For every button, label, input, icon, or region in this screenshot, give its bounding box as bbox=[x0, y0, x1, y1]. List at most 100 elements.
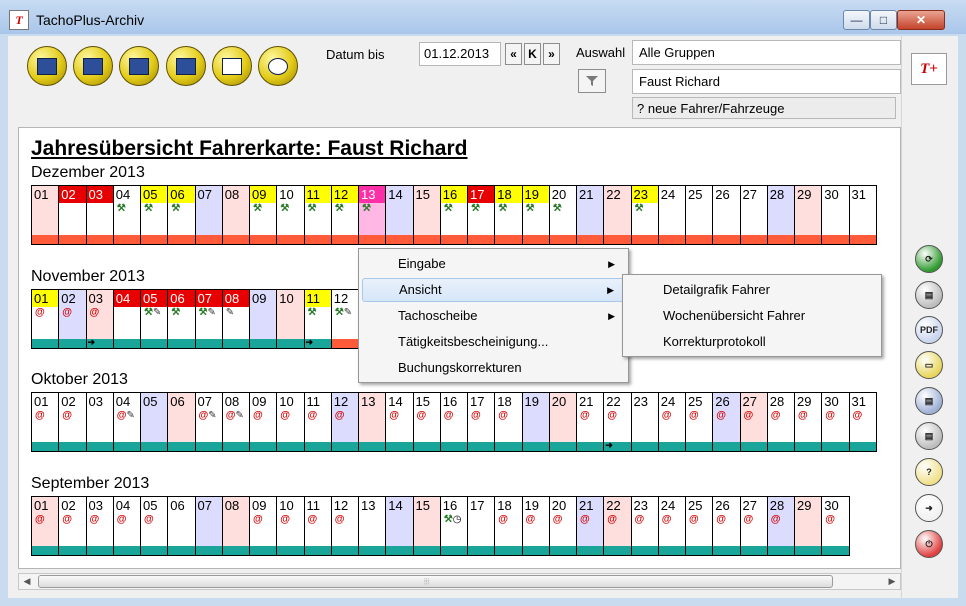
day-cell[interactable]: 12 ⚒✎ bbox=[331, 290, 359, 348]
day-cell[interactable]: 31 bbox=[849, 186, 877, 244]
day-cell[interactable]: 04 ⚒ bbox=[113, 186, 141, 244]
day-cell[interactable]: 27 @ bbox=[740, 497, 768, 555]
day-cell[interactable]: 17 bbox=[468, 497, 496, 555]
day-cell[interactable]: 20 @ bbox=[549, 497, 577, 555]
day-cell[interactable]: 25 @ bbox=[686, 393, 714, 451]
day-cell[interactable]: 12 @ bbox=[331, 393, 359, 451]
next-date-button[interactable]: » bbox=[543, 43, 560, 65]
submenu-item-3[interactable]: Korrekturprotokoll bbox=[626, 330, 878, 354]
menu-item-tätigkeitsbescheinigung[interactable]: Tätigkeitsbescheinigung... bbox=[362, 330, 625, 354]
day-cell[interactable]: 11 ⚒ ➜ bbox=[304, 290, 332, 348]
day-cell[interactable]: 05 ⚒✎ bbox=[141, 290, 169, 348]
day-cell[interactable]: 13 ⚒ bbox=[359, 186, 387, 244]
day-cell[interactable]: 10 ⚒ bbox=[277, 186, 305, 244]
scroll-right-icon[interactable]: ▶ bbox=[884, 574, 900, 589]
scroll-left-icon[interactable]: ◀ bbox=[19, 574, 35, 589]
day-cell[interactable]: 24 @ bbox=[658, 497, 686, 555]
day-cell[interactable]: 03 @ ➜ bbox=[86, 290, 114, 348]
pdf-button[interactable]: PDF bbox=[915, 316, 943, 344]
drivers-button[interactable] bbox=[73, 46, 113, 86]
help-button[interactable]: ? bbox=[915, 458, 943, 486]
search-document-button[interactable] bbox=[258, 46, 298, 86]
scrollbar-thumb[interactable]: ⦙⦙⦙ bbox=[38, 575, 833, 588]
driver-card-button[interactable] bbox=[27, 46, 67, 86]
day-cell[interactable]: 05 @ bbox=[141, 497, 169, 555]
driver-select[interactable]: Faust Richard bbox=[632, 69, 901, 94]
day-cell[interactable]: 11 ⚒ bbox=[304, 186, 332, 244]
day-cell[interactable]: 06 ⚒ bbox=[168, 186, 196, 244]
export-button[interactable]: ➜ bbox=[915, 494, 943, 522]
day-cell[interactable]: 14 bbox=[386, 497, 414, 555]
day-cell[interactable]: 08 @✎ bbox=[222, 393, 250, 451]
day-cell[interactable]: 28 @ bbox=[767, 497, 795, 555]
day-cell[interactable]: 16 ⚒◷ bbox=[440, 497, 468, 555]
day-cell[interactable]: 23 ⚒ bbox=[631, 186, 659, 244]
menu-item-tachoscheibe[interactable]: Tachoscheibe ▶ bbox=[362, 304, 625, 328]
day-cell[interactable]: 23 bbox=[631, 393, 659, 451]
menu-item-buchungskorrekturen[interactable]: Buchungskorrekturen bbox=[362, 356, 625, 380]
day-cell[interactable]: 04 @✎ bbox=[113, 393, 141, 451]
day-cell[interactable]: 09 ⚒ bbox=[250, 186, 278, 244]
day-cell[interactable]: 29 @ bbox=[795, 393, 823, 451]
day-cell[interactable]: 07 bbox=[195, 186, 223, 244]
day-cell[interactable]: 08 bbox=[222, 497, 250, 555]
menu-item-eingabe[interactable]: Eingabe ▶ bbox=[362, 252, 625, 276]
day-cell[interactable]: 15 @ bbox=[413, 393, 441, 451]
day-cell[interactable]: 12 @ bbox=[331, 497, 359, 555]
submenu-item-1[interactable]: Detailgrafik Fahrer bbox=[626, 278, 878, 302]
day-cell[interactable]: 27 bbox=[740, 186, 768, 244]
day-cell[interactable]: 24 @ bbox=[658, 393, 686, 451]
day-cell[interactable]: 10 bbox=[277, 290, 305, 348]
day-cell[interactable]: 06 ⚒ bbox=[168, 290, 196, 348]
day-cell[interactable]: 18 @ bbox=[495, 393, 523, 451]
current-date-button[interactable]: K bbox=[524, 43, 541, 65]
day-cell[interactable]: 30 @ bbox=[822, 497, 850, 555]
power-button[interactable]: ⏻ bbox=[915, 530, 943, 558]
day-cell[interactable]: 25 @ bbox=[686, 497, 714, 555]
day-cell[interactable]: 29 bbox=[795, 497, 823, 555]
prev-date-button[interactable]: « bbox=[505, 43, 522, 65]
day-cell[interactable]: 07 @✎ bbox=[195, 393, 223, 451]
day-cell[interactable]: 04 bbox=[113, 290, 141, 348]
day-cell[interactable]: 20 ⚒ bbox=[549, 186, 577, 244]
day-cell[interactable]: 15 bbox=[413, 497, 441, 555]
day-cell[interactable]: 26 @ bbox=[713, 497, 741, 555]
day-cell[interactable]: 10 @ bbox=[277, 497, 305, 555]
new-drivers-info[interactable]: ? neue Fahrer/Fahrzeuge bbox=[632, 97, 896, 119]
day-cell[interactable]: 19 bbox=[522, 393, 550, 451]
printer-button[interactable]: ▤ bbox=[915, 422, 943, 450]
tachoplus-logo[interactable]: T+ bbox=[911, 53, 947, 85]
day-cell[interactable]: 02 bbox=[59, 186, 87, 244]
day-cell[interactable]: 22 @ ➜ bbox=[604, 393, 632, 451]
day-cell[interactable]: 05 bbox=[141, 393, 169, 451]
day-cell[interactable]: 18 @ bbox=[495, 497, 523, 555]
day-cell[interactable]: 08 ✎ bbox=[222, 290, 250, 348]
day-cell[interactable]: 17 @ bbox=[468, 393, 496, 451]
submenu-item-2[interactable]: Wochenübersicht Fahrer bbox=[626, 304, 878, 328]
day-cell[interactable]: 21 @ bbox=[577, 497, 605, 555]
day-cell[interactable]: 02 @ bbox=[59, 497, 87, 555]
day-cell[interactable]: 21 @ bbox=[577, 393, 605, 451]
close-button[interactable]: ✕ bbox=[897, 10, 945, 30]
day-cell[interactable]: 09 @ bbox=[250, 393, 278, 451]
day-cell[interactable]: 08 bbox=[222, 186, 250, 244]
day-cell[interactable]: 04 @ bbox=[113, 497, 141, 555]
day-cell[interactable]: 14 bbox=[386, 186, 414, 244]
day-cell[interactable]: 02 @ bbox=[59, 290, 87, 348]
menu-item-ansicht[interactable]: Ansicht ▶ bbox=[362, 278, 625, 302]
day-cell[interactable]: 11 @ bbox=[304, 393, 332, 451]
day-cell[interactable]: 16 @ bbox=[440, 393, 468, 451]
print-preview-button[interactable]: ▤ bbox=[915, 387, 943, 415]
day-cell[interactable]: 26 @ bbox=[713, 393, 741, 451]
vehicles-button[interactable] bbox=[166, 46, 206, 86]
day-cell[interactable]: 28 @ bbox=[767, 393, 795, 451]
group-select[interactable]: Alle Gruppen bbox=[632, 40, 901, 65]
day-cell[interactable]: 30 @ bbox=[822, 393, 850, 451]
day-cell[interactable]: 12 ⚒ bbox=[331, 186, 359, 244]
day-cell[interactable]: 13 bbox=[359, 497, 387, 555]
sync-button[interactable]: ⟳ bbox=[915, 245, 943, 273]
day-cell[interactable]: 25 bbox=[686, 186, 714, 244]
vehicle-card-button[interactable] bbox=[119, 46, 159, 86]
filter-button[interactable] bbox=[578, 69, 606, 93]
day-cell[interactable]: 16 ⚒ bbox=[440, 186, 468, 244]
